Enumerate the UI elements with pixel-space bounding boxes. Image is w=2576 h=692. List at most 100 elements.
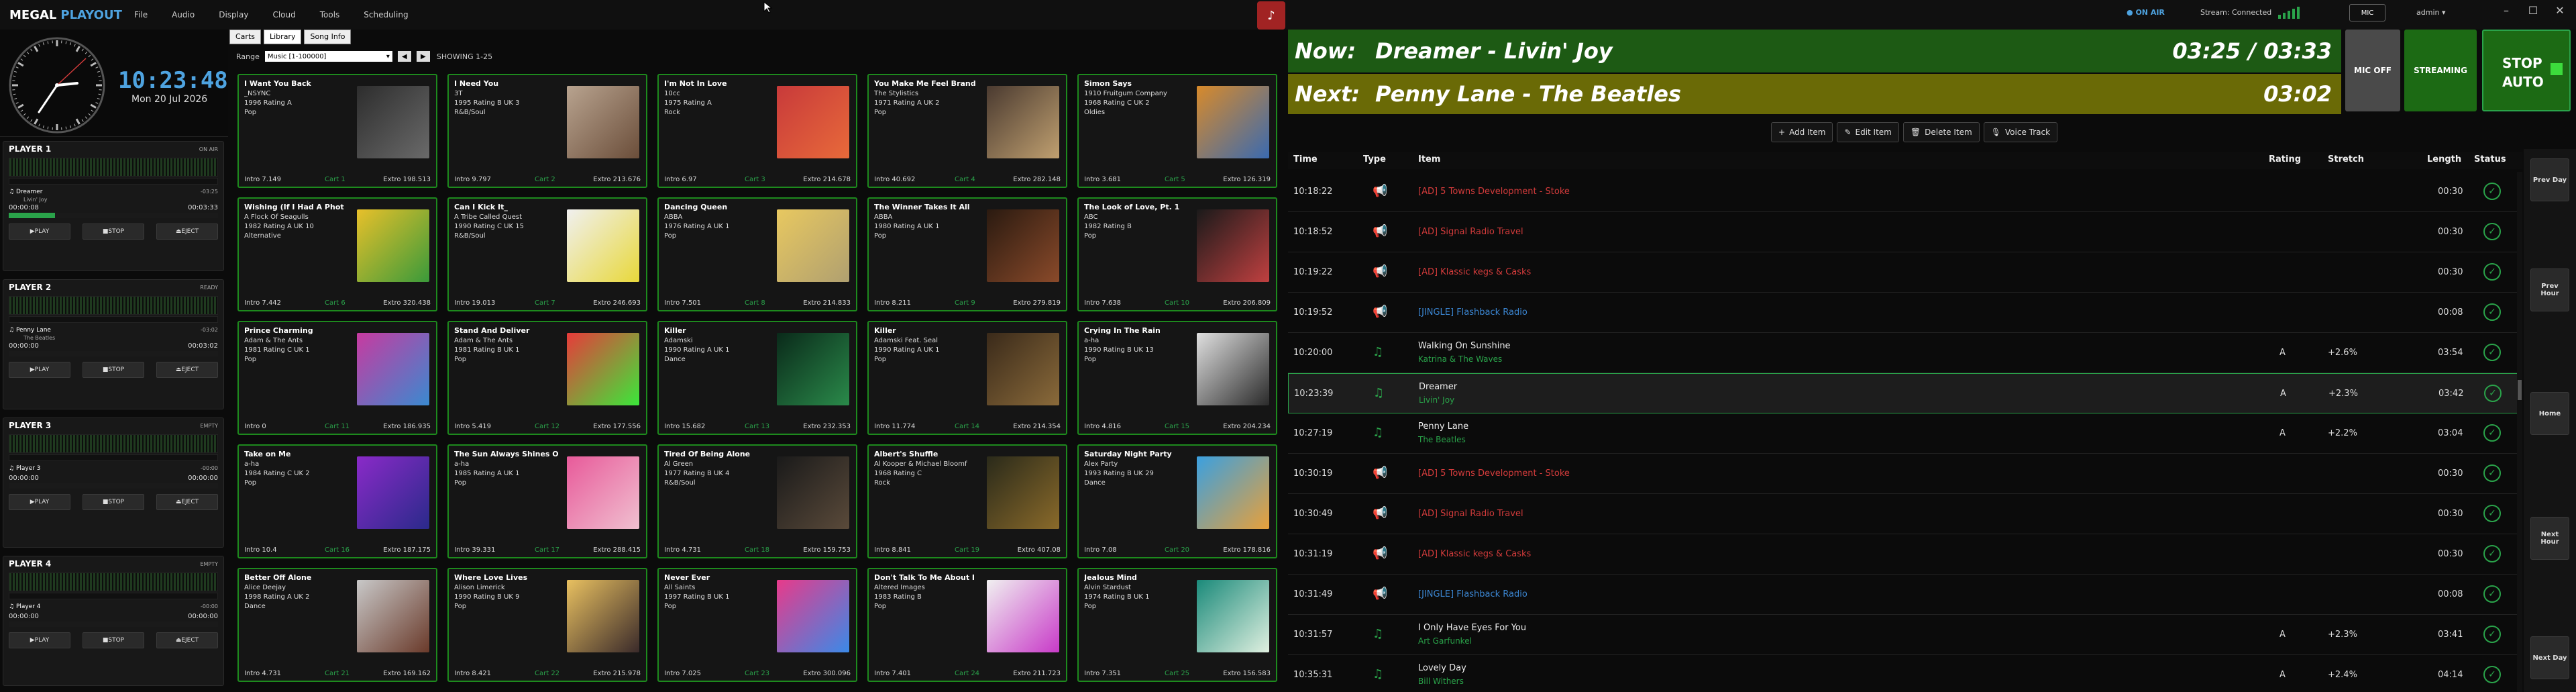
eject-button[interactable]: ⏏ EJECT [156, 224, 218, 240]
col-status[interactable]: Status [2474, 154, 2506, 164]
library-card[interactable]: Killer Adamski Feat. Seal 1990 Rating A UK… [867, 321, 1067, 435]
library-card[interactable]: Killer Adamski 1990 Rating A UK 1 Dance Intr… [657, 321, 857, 435]
col-rating[interactable]: Rating [2269, 154, 2301, 164]
tab-carts[interactable]: Carts [229, 30, 261, 44]
library-card[interactable]: I Want You Back _NSYNC 1996 Rating A Pop Int… [237, 74, 437, 188]
music-note-icon: ♫ [1373, 345, 1384, 359]
stop-button[interactable]: ■ STOP [83, 224, 144, 240]
library-card[interactable]: Crying In The Rain a-ha 1990 Rating B UK 1… [1077, 321, 1277, 435]
menu-tools[interactable]: Tools [320, 10, 340, 19]
microphone-icon: 🎙 [1990, 128, 2001, 137]
chevron-down-icon: ▾ [386, 52, 390, 60]
library-card[interactable]: Better Off Alone Alice Deejay 1998 Rating … [237, 568, 437, 682]
home-button[interactable]: Home [2530, 392, 2569, 435]
col-stretch[interactable]: Stretch [2328, 154, 2364, 164]
tab-library[interactable]: Library [264, 30, 302, 44]
library-card[interactable]: Take on Me a-ha 1984 Rating C UK 2 Pop Intro… [237, 444, 437, 558]
library-card[interactable]: Don't Talk To Me About I Altered Images 19… [867, 568, 1067, 682]
scrollbar-thumb[interactable] [2518, 380, 2522, 400]
playlist-row[interactable]: 10:20:00 ♫ Walking On Sunshine Katrina & Th… [1288, 333, 2522, 373]
mic-button[interactable]: MIC [2349, 4, 2385, 21]
playlist-row[interactable]: 10:18:22 📢 [AD] 5 Towns Development - Stok… [1288, 172, 2522, 212]
library-card[interactable]: I Need You 3T 1995 Rating B UK 3 R&B/Soul In… [447, 74, 647, 188]
stop-button[interactable]: ■ STOP [83, 632, 144, 648]
library-card[interactable]: The Winner Takes It All ABBA 1980 Rating A… [867, 197, 1067, 311]
range-select[interactable]: Music [1-100000] ▾ [264, 51, 392, 62]
library-card[interactable]: Wishing (If I Had A Phot A Flock Of Seagu… [237, 197, 437, 311]
player-progress[interactable] [9, 351, 218, 356]
library-card[interactable]: Saturday Night Party Alex Party 1993 Ratin… [1077, 444, 1277, 558]
playlist-row[interactable]: 10:18:52 📢 [AD] Signal Radio Travel 00:30 ✓ [1288, 212, 2522, 252]
playlist-row[interactable]: 10:19:22 📢 [AD] Klassic kegs & Casks 00:30 ✓ [1288, 252, 2522, 293]
player-remaining: 00:00:00 [188, 475, 218, 482]
player-progress[interactable] [9, 483, 218, 489]
mic-off-button[interactable]: MIC OFF [2345, 30, 2400, 111]
playlist-row[interactable]: 10:31:49 📢 [JINGLE] Flashback Radio 00:08 ✓ [1288, 575, 2522, 615]
tab-song-info[interactable]: Song Info [304, 30, 352, 44]
voice-track-button[interactable]: 🎙 Voice Track [1983, 122, 2058, 142]
library-card[interactable]: You Make Me Feel Brand The Stylistics 1971… [867, 74, 1067, 188]
playlist-row[interactable]: 10:19:52 📢 [JINGLE] Flashback Radio 00:08 ✓ [1288, 293, 2522, 333]
next-page-button[interactable]: ▶ [416, 51, 430, 62]
library-card[interactable]: Albert's Shuffle Al Kooper & Michael Bloo… [867, 444, 1067, 558]
edit-item-button[interactable]: ✎ Edit Item [1837, 122, 1899, 142]
menu-display[interactable]: Display [219, 10, 248, 19]
menu-cloud[interactable]: Cloud [272, 10, 295, 19]
library-card[interactable]: Where Love Lives Alison Limerick 1990 Rati… [447, 568, 647, 682]
menu-scheduling[interactable]: Scheduling [364, 10, 408, 19]
col-length[interactable]: Length [2427, 154, 2461, 164]
close-icon[interactable]: ✕ [2546, 4, 2573, 17]
next-hour-button[interactable]: Next Hour [2530, 517, 2569, 560]
col-item[interactable]: Item [1418, 154, 1440, 164]
library-card[interactable]: Tired Of Being Alone Al Green 1977 Rating … [657, 444, 857, 558]
menu-audio[interactable]: Audio [172, 10, 195, 19]
stop-button[interactable]: ■ STOP [83, 494, 144, 510]
eject-button[interactable]: ⏏ EJECT [156, 632, 218, 648]
maximize-icon[interactable]: ☐ [2520, 4, 2546, 17]
playlist-row[interactable]: 10:23:39 ♫ Dreamer Livin' Joy A +2.3% 03:42 ✓ [1288, 373, 2522, 413]
library-card[interactable]: Can I Kick It_ A Tribe Called Quest 1990 R… [447, 197, 647, 311]
player-progress[interactable] [9, 622, 218, 627]
eject-button[interactable]: ⏏ EJECT [156, 362, 218, 378]
minimize-icon[interactable]: – [2493, 4, 2520, 17]
user-menu[interactable]: admin ▾ [2416, 8, 2446, 17]
eject-button[interactable]: ⏏ EJECT [156, 494, 218, 510]
card-cart-number: Cart 2 [535, 176, 555, 183]
col-time[interactable]: Time [1293, 154, 1318, 164]
library-card[interactable]: Simon Says 1910 Fruitgum Company 1968 Rati… [1077, 74, 1277, 188]
prev-hour-button[interactable]: Prev Hour [2530, 268, 2569, 311]
playlist-scrollbar[interactable] [2517, 172, 2522, 692]
library-card[interactable]: Never Ever All Saints 1997 Rating B UK 1 Po… [657, 568, 857, 682]
play-button[interactable]: ▶ PLAY [9, 632, 70, 648]
library-card[interactable]: Jealous Mind Alvin Stardust 1974 Rating B … [1077, 568, 1277, 682]
playlist-row[interactable]: 10:35:31 ♫ Lovely Day Bill Withers A +2.4% 04:… [1288, 655, 2522, 692]
library-card[interactable]: The Look of Love, Pt. 1 ABC 1982 Rating B P… [1077, 197, 1277, 311]
playlist-row[interactable]: 10:30:19 📢 [AD] 5 Towns Development - Stok… [1288, 454, 2522, 494]
stop-button[interactable]: ■ STOP [83, 362, 144, 378]
play-button[interactable]: ▶ PLAY [9, 224, 70, 240]
playlist-row[interactable]: 10:31:19 📢 [AD] Klassic kegs & Casks 00:30 ✓ [1288, 534, 2522, 575]
playlist-row[interactable]: 10:30:49 📢 [AD] Signal Radio Travel 00:30 ✓ [1288, 494, 2522, 534]
library-card[interactable]: I'm Not In Love 10cc 1975 Rating A Rock Intr… [657, 74, 857, 188]
next-day-button[interactable]: Next Day [2530, 636, 2569, 679]
col-type[interactable]: Type [1363, 154, 1386, 164]
library-card[interactable]: Prince Charming Adam & The Ants 1981 Ratin… [237, 321, 437, 435]
menu-file[interactable]: File [134, 10, 148, 19]
prev-day-button[interactable]: Prev Day [2530, 158, 2569, 201]
player-progress[interactable] [9, 213, 218, 218]
playlist-row[interactable]: 10:27:19 ♫ Penny Lane The Beatles A +2.2% 03:0… [1288, 413, 2522, 454]
add-item-button[interactable]: + Add Item [1771, 122, 1833, 142]
stop-auto-button[interactable]: STOP AUTO [2482, 30, 2571, 111]
card-genre: Pop [454, 479, 467, 487]
card-artist: a-ha [1084, 337, 1099, 344]
app-badge-icon[interactable]: ♪ [1257, 1, 1285, 30]
play-button[interactable]: ▶ PLAY [9, 362, 70, 378]
library-card[interactable]: The Sun Always Shines O a-ha 1985 Rating A… [447, 444, 647, 558]
library-card[interactable]: Stand And Deliver Adam & The Ants 1981 Rat… [447, 321, 647, 435]
playlist-row[interactable]: 10:31:57 ♫ I Only Have Eyes For You Art Gar… [1288, 615, 2522, 655]
prev-page-button[interactable]: ◀ [397, 51, 411, 62]
play-button[interactable]: ▶ PLAY [9, 494, 70, 510]
streaming-button[interactable]: STREAMING [2404, 30, 2477, 111]
library-card[interactable]: Dancing Queen ABBA 1976 Rating A UK 1 Pop In… [657, 197, 857, 311]
delete-item-button[interactable]: 🗑 Delete Item [1902, 122, 1980, 142]
